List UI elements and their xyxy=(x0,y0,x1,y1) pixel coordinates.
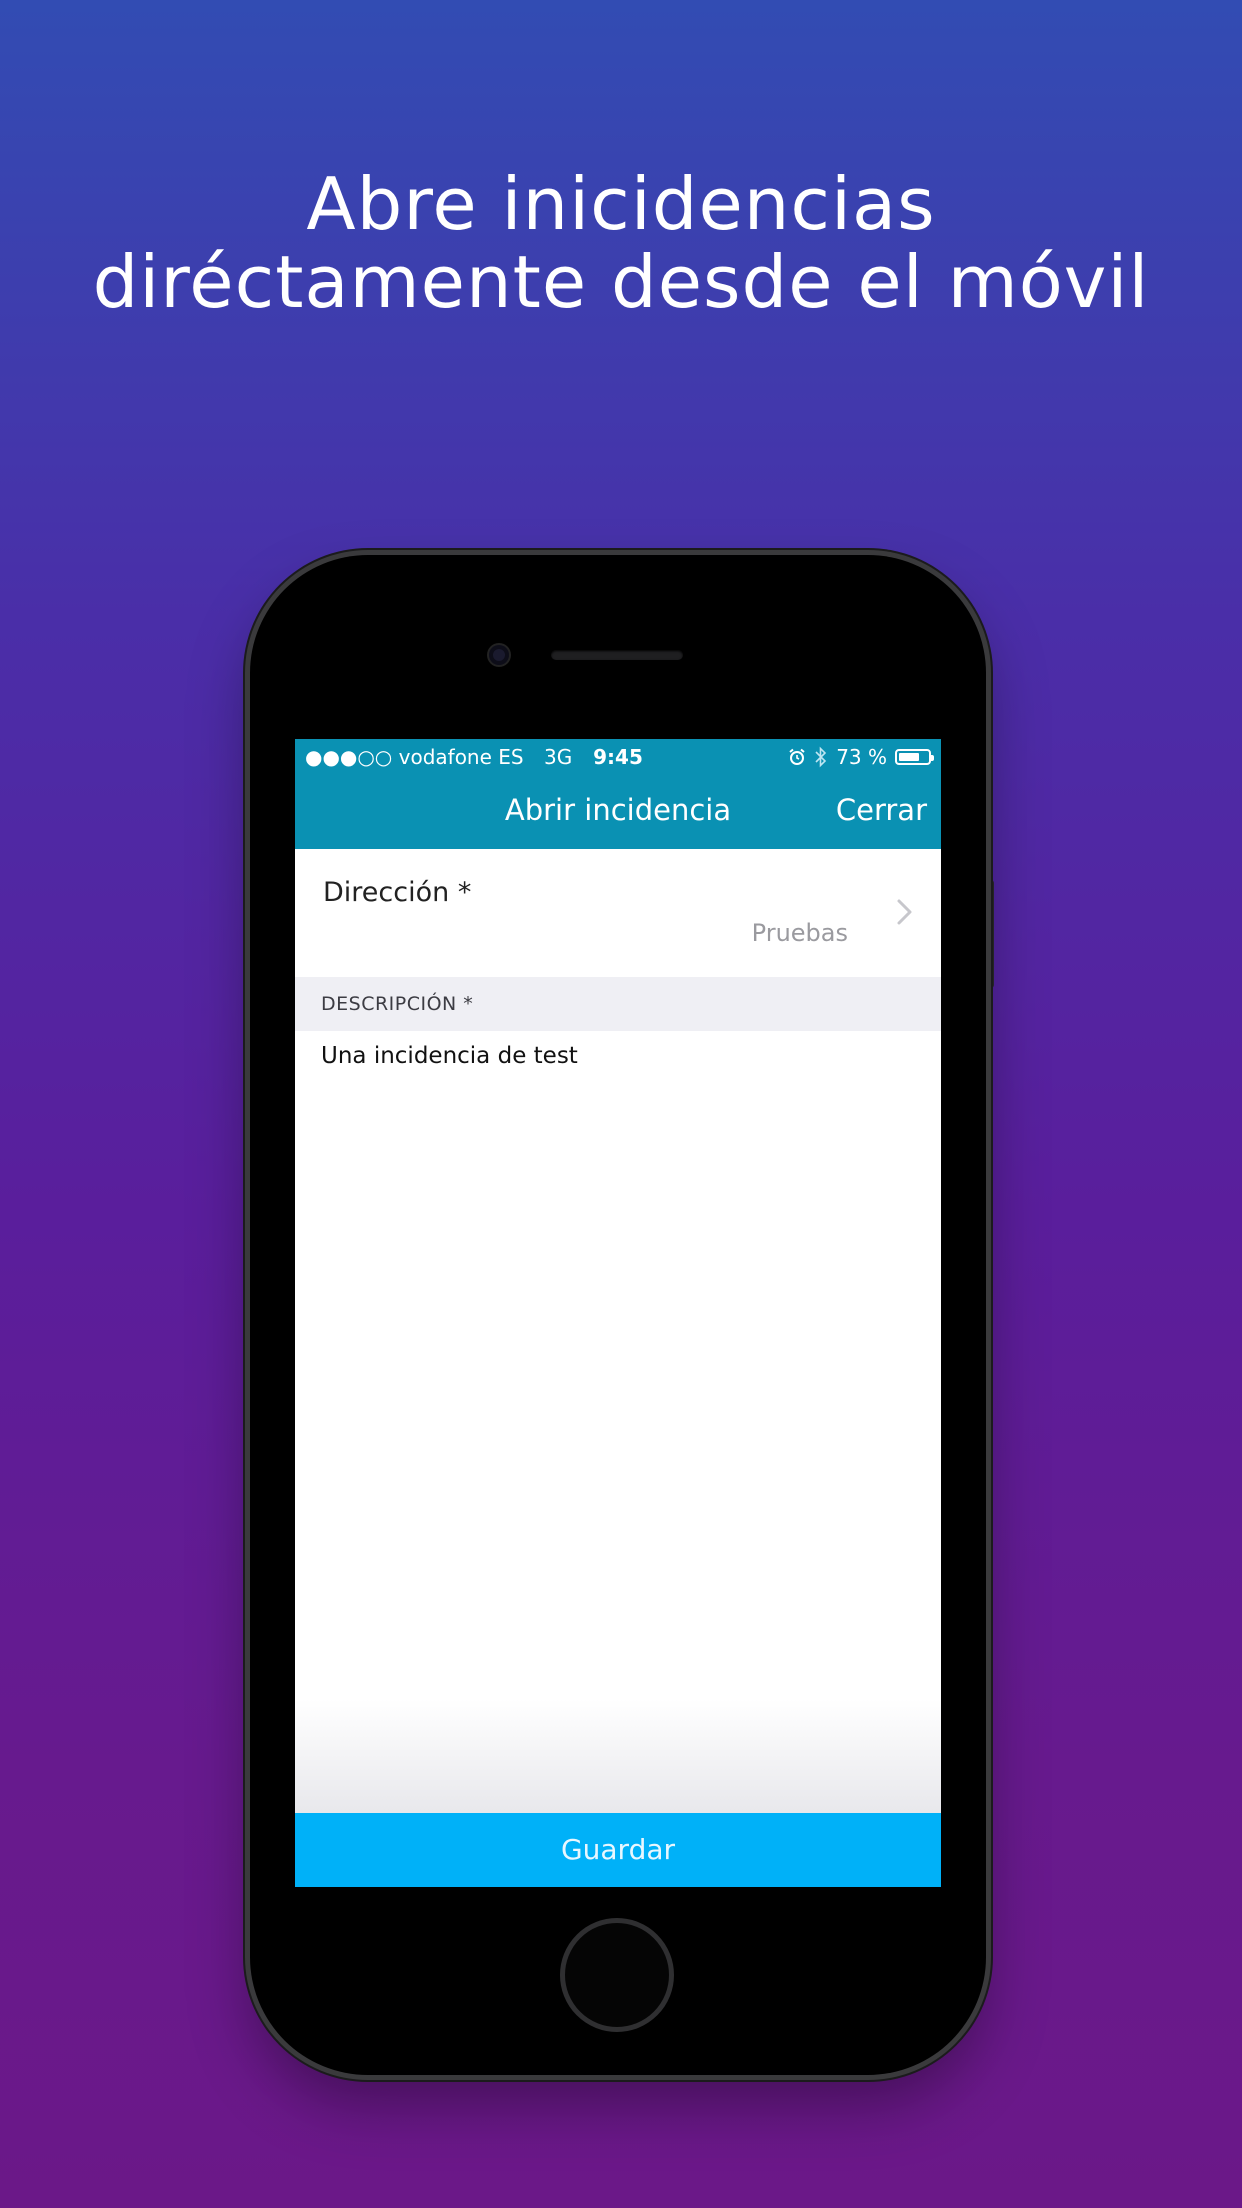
app-header: ●●●○○ vodafone ES 3G 9:45 73 % Abrir inc… xyxy=(295,739,941,849)
bluetooth-icon xyxy=(815,746,827,768)
promo-headline: Abre inicidencias diréctamente desde el … xyxy=(0,165,1242,321)
chevron-right-icon xyxy=(897,899,912,925)
description-section-header: DESCRIPCIÓN * xyxy=(295,977,941,1031)
save-button[interactable]: Guardar xyxy=(295,1813,941,1887)
scroll-fade xyxy=(295,1699,941,1813)
earpiece-speaker xyxy=(551,650,683,660)
close-button[interactable]: Cerrar xyxy=(836,793,927,827)
address-field-row[interactable]: Dirección * Pruebas xyxy=(295,849,941,977)
battery-percent: 73 % xyxy=(836,745,887,769)
battery-level-fill xyxy=(899,753,920,761)
status-right: 73 % xyxy=(788,745,934,769)
front-camera xyxy=(489,645,509,665)
battery-icon xyxy=(895,749,934,765)
address-value: Pruebas xyxy=(751,919,848,947)
description-textarea[interactable]: Una incidencia de test xyxy=(321,1043,915,1069)
headline-line-2: diréctamente desde el móvil xyxy=(92,240,1150,324)
headline-line-1: Abre inicidencias xyxy=(306,162,936,246)
address-label: Dirección * xyxy=(323,877,472,908)
description-header-label: DESCRIPCIÓN * xyxy=(321,993,474,1015)
power-button xyxy=(986,880,994,988)
status-bar: ●●●○○ vodafone ES 3G 9:45 73 % xyxy=(295,739,941,775)
alarm-icon xyxy=(789,748,805,765)
home-button[interactable] xyxy=(560,1918,674,2032)
phone-screen: ●●●○○ vodafone ES 3G 9:45 73 % Abrir inc… xyxy=(295,739,941,1887)
